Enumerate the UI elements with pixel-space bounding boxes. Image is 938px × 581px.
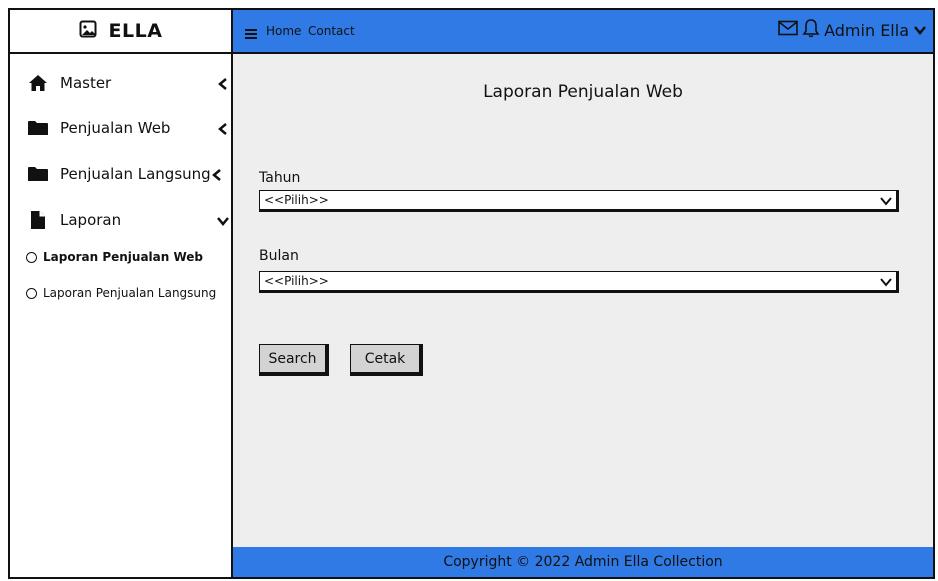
chevron-down-icon (880, 195, 892, 207)
folder-icon (26, 117, 50, 139)
chevron-down-icon (216, 213, 230, 227)
bulan-select-value: <<Pilih>> (264, 274, 329, 288)
sidebar-item-label: Master (60, 74, 112, 92)
radio-circle-icon (26, 251, 37, 263)
user-name[interactable]: Admin Ella (824, 21, 909, 40)
chevron-down-icon (880, 276, 892, 288)
app-frame: ELLA Master Penjualan Web Penjualan Lang… (8, 8, 935, 579)
bulan-select[interactable]: <<Pilih>> (259, 271, 899, 293)
image-icon (79, 20, 97, 42)
tahun-label: Tahun (259, 170, 301, 186)
footer: Copyright © 2022 Admin Ella Collection (233, 547, 935, 579)
file-icon (26, 209, 50, 231)
menu-icon[interactable] (245, 25, 257, 39)
chevron-left-icon (216, 76, 230, 90)
chevron-left-icon (210, 167, 224, 181)
brand-name: ELLA (108, 20, 163, 42)
nav-link-home[interactable]: Home (266, 24, 301, 38)
sidebar-item-master[interactable]: Master (26, 71, 230, 95)
main-content: Laporan Penjualan Web Tahun <<Pilih>> Bu… (233, 54, 935, 547)
bell-icon[interactable] (802, 18, 820, 42)
sidebar-item-penjualan-langsung[interactable]: Penjualan Langsung (26, 162, 230, 186)
chevron-down-icon[interactable] (913, 21, 927, 40)
sidebar-item-label: Penjualan Langsung (60, 165, 211, 183)
brand[interactable]: ELLA (10, 8, 231, 54)
sidebar-item-label: Penjualan Web (60, 119, 171, 137)
footer-copyright: Copyright © 2022 Admin Ella Collection (443, 554, 723, 570)
tahun-select[interactable]: <<Pilih>> (259, 190, 899, 212)
user-area: Admin Ella (778, 18, 927, 42)
tahun-select-value: <<Pilih>> (264, 193, 329, 207)
bulan-label: Bulan (259, 248, 299, 264)
search-button[interactable]: Search (259, 344, 329, 376)
folder-icon (26, 163, 50, 185)
chevron-left-icon (216, 121, 230, 135)
page-title: Laporan Penjualan Web (483, 82, 683, 102)
sidebar-item-penjualan-web[interactable]: Penjualan Web (26, 116, 230, 140)
cetak-button[interactable]: Cetak (350, 344, 423, 376)
sidebar-item-laporan[interactable]: Laporan (26, 208, 230, 232)
mail-icon[interactable] (778, 20, 798, 40)
top-navbar: Home Contact Admin Ella (233, 8, 935, 54)
sidebar-item-label: Laporan (60, 211, 122, 229)
sidebar: ELLA Master Penjualan Web Penjualan Lang… (8, 8, 233, 579)
sidebar-subitem-laporan-penjualan-langsung[interactable]: Laporan Penjualan Langsung (26, 286, 216, 300)
sidebar-subitem-laporan-penjualan-web[interactable]: Laporan Penjualan Web (26, 250, 203, 264)
sidebar-subitem-label: Laporan Penjualan Langsung (43, 286, 217, 300)
radio-circle-icon (26, 287, 37, 299)
home-icon (26, 72, 50, 94)
sidebar-subitem-label: Laporan Penjualan Web (43, 250, 204, 264)
nav-link-contact[interactable]: Contact (308, 24, 355, 38)
